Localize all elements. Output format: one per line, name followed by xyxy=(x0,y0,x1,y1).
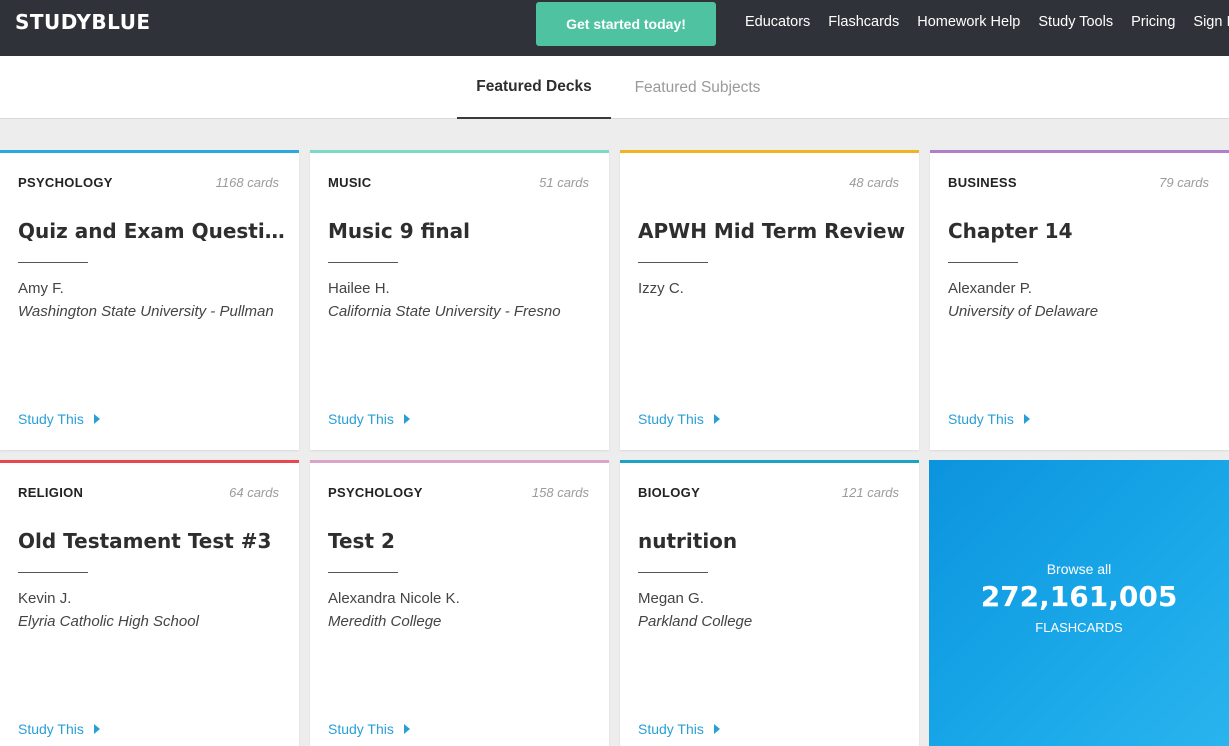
deck-school: Washington State University - Pullman xyxy=(18,303,274,320)
browse-all-label: Browse all xyxy=(1046,561,1112,577)
deck-school: California State University - Fresno xyxy=(328,303,561,320)
deck-author: Amy F. xyxy=(18,280,64,297)
deck-card[interactable]: BIOLOGY 121 cards nutrition Megan G. Par… xyxy=(620,460,919,746)
deck-card-count: 48 cards xyxy=(849,175,899,190)
deck-subject: BIOLOGY xyxy=(638,485,701,500)
deck-subject: RELIGION xyxy=(18,485,84,500)
divider xyxy=(638,572,708,573)
nav-educators[interactable]: Educators xyxy=(745,14,810,30)
deck-school: Meredith College xyxy=(328,613,442,630)
deck-card[interactable]: MUSIC 51 cards Music 9 final Hailee H. C… xyxy=(310,150,609,450)
caret-right-icon xyxy=(713,724,720,734)
deck-author: Megan G. xyxy=(638,590,704,607)
divider xyxy=(638,262,708,263)
study-this-link[interactable]: Study This xyxy=(638,411,720,427)
caret-right-icon xyxy=(403,724,410,734)
deck-title[interactable]: Chapter 14 xyxy=(948,219,1216,243)
deck-card-count: 158 cards xyxy=(531,485,589,500)
deck-school: Elyria Catholic High School xyxy=(18,613,199,630)
caret-right-icon xyxy=(1023,414,1030,424)
deck-author: Kevin J. xyxy=(18,590,72,607)
flashcards-label: FLASHCARDS xyxy=(1035,620,1123,635)
divider xyxy=(18,262,88,263)
deck-card[interactable]: BUSINESS 79 cards Chapter 14 Alexander P… xyxy=(930,150,1229,450)
caret-right-icon xyxy=(713,414,720,424)
deck-card[interactable]: PSYCHOLOGY 158 cards Test 2 Alexandra Ni… xyxy=(310,460,609,746)
deck-title[interactable]: APWH Mid Term Review xyxy=(638,219,906,243)
study-this-label: Study This xyxy=(948,411,1014,427)
divider xyxy=(18,572,88,573)
divider xyxy=(328,262,398,263)
deck-title[interactable]: Old Testament Test #3 xyxy=(18,529,286,553)
deck-author: Hailee H. xyxy=(328,280,390,297)
deck-card-count: 121 cards xyxy=(841,485,899,500)
divider xyxy=(328,572,398,573)
deck-card[interactable]: RELIGION 64 cards Old Testament Test #3 … xyxy=(0,460,299,746)
deck-card-count: 51 cards xyxy=(539,175,589,190)
study-this-link[interactable]: Study This xyxy=(328,411,410,427)
deck-title[interactable]: nutrition xyxy=(638,529,906,553)
nav-homework-help[interactable]: Homework Help xyxy=(917,14,1020,30)
caret-right-icon xyxy=(403,414,410,424)
study-this-label: Study This xyxy=(638,721,704,737)
study-this-label: Study This xyxy=(638,411,704,427)
study-this-label: Study This xyxy=(328,411,394,427)
tab-bar: Featured Decks Featured Subjects xyxy=(0,56,1229,119)
deck-school: Parkland College xyxy=(638,613,753,630)
study-this-label: Study This xyxy=(18,721,84,737)
get-started-button[interactable]: Get started today! xyxy=(536,2,716,46)
deck-subject: PSYCHOLOGY xyxy=(18,175,113,190)
tab-featured-subjects[interactable]: Featured Subjects xyxy=(620,56,775,119)
deck-card-count: 79 cards xyxy=(1159,175,1209,190)
study-this-link[interactable]: Study This xyxy=(328,721,410,737)
studyblue-logo[interactable]: STUDYBLUE xyxy=(15,10,151,34)
deck-author: Alexandra Nicole K. xyxy=(328,590,460,607)
study-this-link[interactable]: Study This xyxy=(638,721,720,737)
study-this-label: Study This xyxy=(18,411,84,427)
tab-featured-decks[interactable]: Featured Decks xyxy=(457,56,611,119)
deck-title[interactable]: Quiz and Exam Questions xyxy=(18,219,286,243)
study-this-link[interactable]: Study This xyxy=(18,411,100,427)
deck-card-count: 64 cards xyxy=(229,485,279,500)
nav-flashcards[interactable]: Flashcards xyxy=(828,14,899,30)
divider xyxy=(948,262,1018,263)
deck-author: Alexander P. xyxy=(948,280,1032,297)
browse-all-flashcards-tile[interactable]: Browse all 272,161,005 FLASHCARDS xyxy=(929,460,1229,746)
deck-title[interactable]: Test 2 xyxy=(328,529,596,553)
study-this-link[interactable]: Study This xyxy=(948,411,1030,427)
main-nav: Educators Flashcards Homework Help Study… xyxy=(745,14,1229,30)
flashcard-total-count: 272,161,005 xyxy=(980,580,1178,613)
deck-author: Izzy C. xyxy=(638,280,684,297)
caret-right-icon xyxy=(93,724,100,734)
study-this-label: Study This xyxy=(328,721,394,737)
nav-sign-in[interactable]: Sign In xyxy=(1193,14,1229,30)
deck-card[interactable]: 48 cards APWH Mid Term Review Izzy C. St… xyxy=(620,150,919,450)
study-this-link[interactable]: Study This xyxy=(18,721,100,737)
deck-card-count: 1168 cards xyxy=(215,175,279,190)
deck-card[interactable]: PSYCHOLOGY 1168 cards Quiz and Exam Ques… xyxy=(0,150,299,450)
deck-school: University of Delaware xyxy=(948,303,1099,320)
caret-right-icon xyxy=(93,414,100,424)
deck-subject: PSYCHOLOGY xyxy=(328,485,423,500)
top-navigation-bar: STUDYBLUE Get started today! Educators F… xyxy=(0,0,1229,56)
nav-pricing[interactable]: Pricing xyxy=(1131,14,1175,30)
nav-study-tools[interactable]: Study Tools xyxy=(1038,14,1113,30)
deck-subject: BUSINESS xyxy=(948,175,1017,190)
deck-title[interactable]: Music 9 final xyxy=(328,219,596,243)
deck-subject: MUSIC xyxy=(328,175,372,190)
